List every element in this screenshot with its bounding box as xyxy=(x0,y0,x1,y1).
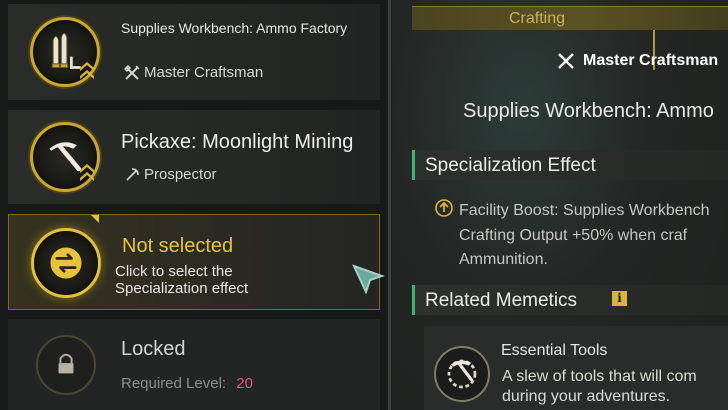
new-marker xyxy=(91,215,99,223)
specialization-card-not-selected[interactable]: Not selected Click to select the Special… xyxy=(8,214,380,310)
detail-role-text: Master Craftsman xyxy=(583,52,719,69)
rank-chevron-icon xyxy=(80,62,94,79)
required-level-value: 20 xyxy=(236,375,253,392)
card-title: Locked xyxy=(121,338,186,360)
pointer-cursor-icon xyxy=(352,264,386,294)
required-level: Required Level: 20 xyxy=(121,374,253,393)
spec-line: Ammunition. xyxy=(459,251,548,268)
card-title: Pickaxe: Moonlight Mining xyxy=(121,131,354,153)
memetic-desc-line: A slew of tools that will com xyxy=(502,368,697,385)
card-subtitle: Master Craftsman xyxy=(124,64,263,81)
pickaxe-small-icon xyxy=(126,167,139,181)
specialization-card-ammo-factory[interactable]: Supplies Workbench: Ammo Factory Master … xyxy=(8,4,380,100)
spec-line: Crafting Output +50% when craf xyxy=(459,226,688,244)
card-subtitle-text: Prospector xyxy=(144,166,217,183)
swap-arrows-icon xyxy=(31,228,101,298)
detail-title: Supplies Workbench: Ammo xyxy=(463,100,714,122)
crossed-tools-icon xyxy=(558,53,574,69)
specialization-list: Supplies Workbench: Ammo Factory Master … xyxy=(0,0,386,410)
tab-crafting[interactable]: Crafting xyxy=(412,6,728,30)
info-icon[interactable]: i xyxy=(612,291,627,306)
card-hint: Click to select the Specialization effec… xyxy=(115,263,249,297)
card-title: Not selected xyxy=(122,235,234,257)
spec-line: Facility Boost: Supplies Workbench xyxy=(459,202,710,219)
specialization-card-locked: Locked Required Level: 20 xyxy=(8,319,380,410)
card-subtitle: Prospector xyxy=(124,166,217,183)
pickaxe-gear-icon xyxy=(434,346,490,402)
card-subtitle-text: Master Craftsman xyxy=(144,64,264,81)
memetic-description: A slew of tools that will com during you… xyxy=(502,367,697,407)
specialization-effect-header: Specialization Effect xyxy=(412,150,728,180)
detail-role: Master Craftsman xyxy=(557,52,718,70)
required-level-label: Required Level: xyxy=(121,375,227,392)
related-memetics-header: Related Memetics xyxy=(412,285,728,315)
section-title: Specialization Effect xyxy=(425,155,596,176)
lock-icon xyxy=(36,335,96,395)
specialization-effect-text: Facility Boost: Supplies Workbench Craft… xyxy=(459,199,709,273)
card-title: Supplies Workbench: Ammo Factory xyxy=(121,20,348,36)
panel-divider xyxy=(388,0,391,410)
memetic-name: Essential Tools xyxy=(501,342,608,359)
detail-panel: Crafting Master Craftsman Supplies Workb… xyxy=(392,0,728,410)
rank-chevron-icon xyxy=(80,164,94,181)
section-title: Related Memetics xyxy=(425,290,578,311)
crossed-tools-icon xyxy=(124,64,140,80)
boost-arrow-icon xyxy=(435,199,453,217)
memetic-desc-line: during your adventures. xyxy=(502,388,671,405)
specialization-card-moonlight-mining[interactable]: Pickaxe: Moonlight Mining Prospector xyxy=(8,110,380,204)
